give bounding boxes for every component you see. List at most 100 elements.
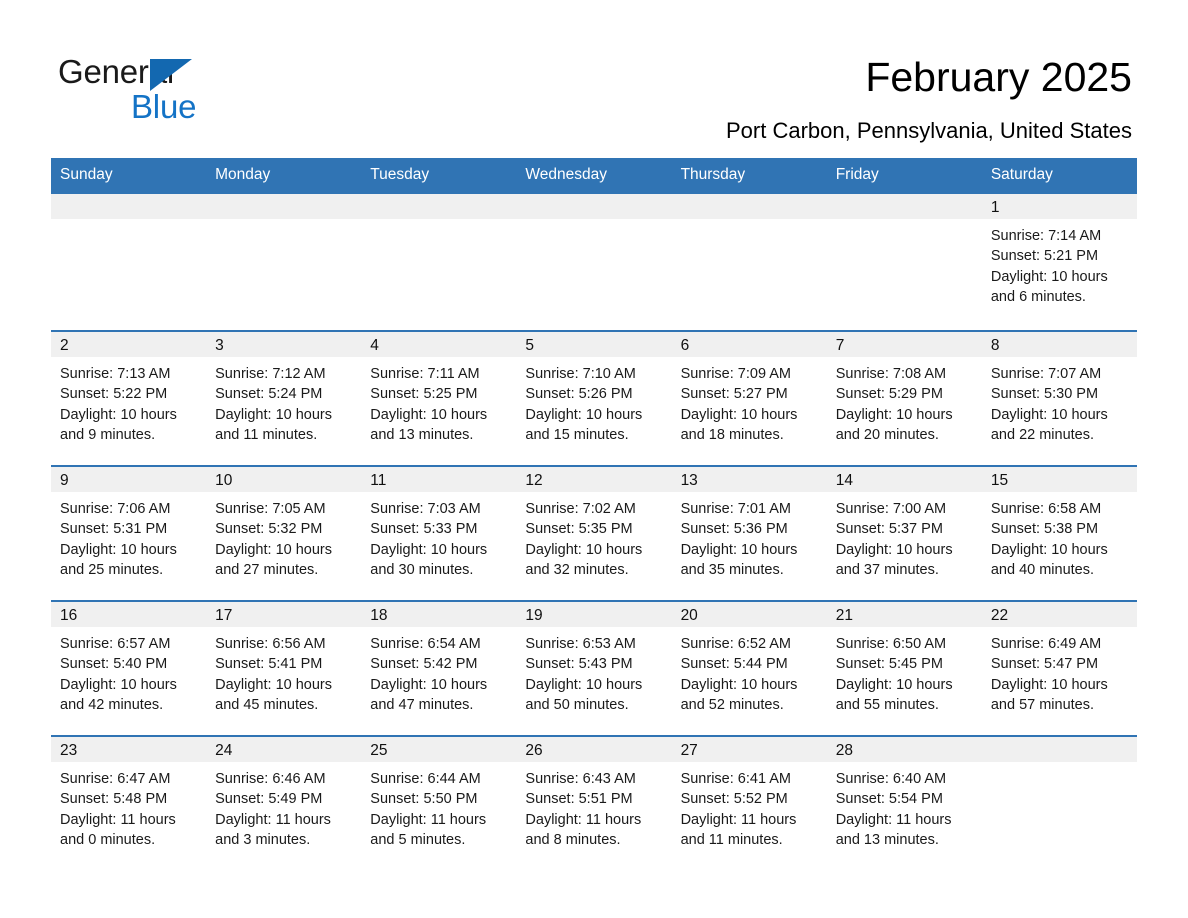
day-details	[206, 219, 361, 226]
daylight-duration-line2: and 50 minutes.	[525, 696, 629, 713]
calendar-day-cell	[826, 192, 982, 331]
sunset-time: Sunset: 5:49 PM	[215, 791, 323, 808]
calendar-body: 1 Sunrise: 7:14 AM Sunset: 5:21 PM Daylight…	[51, 192, 1137, 870]
day-cell-content: 8 Sunrise: 7:07 AM Sunset: 5:30 PM Daylight…	[981, 332, 1137, 465]
daylight-duration-line1: Daylight: 10 hours	[835, 676, 953, 693]
calendar-day-cell[interactable]: 25 Sunrise: 6:44 AM Sunset: 5:50 PM Dayligh…	[361, 735, 517, 870]
calendar-day-cell[interactable]: 12 Sunrise: 7:02 AM Sunset: 5:35 PM Dayligh…	[516, 465, 672, 601]
calendar-day-cell[interactable]: 17 Sunrise: 6:56 AM Sunset: 5:41 PM Dayligh…	[206, 600, 362, 736]
day-number: 14	[826, 467, 982, 492]
day-number: 22	[981, 602, 1137, 627]
calendar-day-cell[interactable]: 28 Sunrise: 6:40 AM Sunset: 5:54 PM Dayligh…	[826, 735, 982, 870]
sunrise-time: Sunrise: 6:46 AM	[215, 771, 326, 787]
day-details: Sunrise: 6:52 AM Sunset: 5:44 PM Daylight:…	[672, 627, 827, 715]
day-number: 24	[206, 737, 362, 762]
calendar-day-cell[interactable]: 10 Sunrise: 7:05 AM Sunset: 5:32 PM Dayligh…	[206, 465, 362, 601]
day-cell-content	[826, 194, 982, 330]
day-details: Sunrise: 6:57 AM Sunset: 5:40 PM Daylight:…	[51, 627, 206, 715]
sunrise-time: Sunrise: 7:08 AM	[835, 366, 947, 382]
calendar-day-cell[interactable]: 23 Sunrise: 6:47 AM Sunset: 5:48 PM Dayligh…	[51, 735, 207, 870]
day-cell-content: 12 Sunrise: 7:02 AM Sunset: 5:35 PM Dayligh…	[516, 467, 672, 600]
day-number	[981, 737, 1137, 762]
daylight-duration-line2: and 5 minutes.	[370, 831, 466, 848]
calendar-day-cell[interactable]: 26 Sunrise: 6:43 AM Sunset: 5:51 PM Dayligh…	[516, 735, 672, 870]
calendar-day-cell[interactable]: 13 Sunrise: 7:01 AM Sunset: 5:36 PM Dayligh…	[671, 465, 827, 601]
day-cell-content: 4 Sunrise: 7:11 AM Sunset: 5:25 PM Daylight…	[361, 332, 517, 465]
calendar-day-cell[interactable]: 18 Sunrise: 6:54 AM Sunset: 5:42 PM Dayligh…	[361, 600, 517, 736]
calendar-day-cell	[671, 192, 827, 331]
daylight-duration-line1: Daylight: 10 hours	[525, 406, 643, 423]
daylight-duration-line1: Daylight: 10 hours	[990, 676, 1108, 693]
day-details	[827, 219, 982, 226]
sunset-time: Sunset: 5:37 PM	[835, 521, 943, 538]
day-cell-content	[671, 194, 827, 330]
day-cell-content: 1 Sunrise: 7:14 AM Sunset: 5:21 PM Daylight…	[981, 194, 1137, 330]
daylight-duration-line2: and 57 minutes.	[990, 696, 1095, 713]
day-number: 7	[826, 332, 982, 357]
daylight-duration-line1: Daylight: 10 hours	[370, 406, 488, 423]
calendar-week-row: 23 Sunrise: 6:47 AM Sunset: 5:48 PM Dayligh…	[51, 735, 1137, 870]
sunrise-time: Sunrise: 6:41 AM	[680, 771, 791, 787]
calendar-day-cell[interactable]: 1 Sunrise: 7:14 AM Sunset: 5:21 PM Daylight…	[981, 192, 1137, 331]
sunset-time: Sunset: 5:26 PM	[525, 386, 633, 403]
day-number: 28	[826, 737, 982, 762]
day-number: 4	[361, 332, 517, 357]
daylight-duration-line1: Daylight: 11 hours	[215, 811, 331, 828]
calendar-day-cell[interactable]: 24 Sunrise: 6:46 AM Sunset: 5:49 PM Dayligh…	[206, 735, 362, 870]
sunset-time: Sunset: 5:21 PM	[990, 248, 1099, 265]
calendar-day-cell[interactable]: 11 Sunrise: 7:03 AM Sunset: 5:33 PM Dayligh…	[361, 465, 517, 601]
daylight-duration-line1: Daylight: 11 hours	[525, 811, 642, 828]
daylight-duration-line1: Daylight: 11 hours	[370, 811, 487, 828]
calendar-page: General Blue February 2025 Port Carbon, …	[0, 0, 1188, 918]
day-number	[826, 194, 982, 219]
sunset-time: Sunset: 5:27 PM	[680, 386, 788, 403]
daylight-duration-line1: Daylight: 11 hours	[60, 811, 176, 828]
day-cell-content	[516, 194, 672, 330]
sunrise-time: Sunrise: 7:07 AM	[990, 366, 1102, 382]
sunrise-time: Sunrise: 7:00 AM	[835, 501, 947, 517]
calendar-day-cell[interactable]: 4 Sunrise: 7:11 AM Sunset: 5:25 PM Daylight…	[361, 330, 517, 466]
calendar-day-cell[interactable]: 27 Sunrise: 6:41 AM Sunset: 5:52 PM Dayligh…	[671, 735, 827, 870]
general-blue-logo[interactable]: General Blue	[58, 52, 278, 126]
calendar-day-cell[interactable]: 16 Sunrise: 6:57 AM Sunset: 5:40 PM Dayligh…	[51, 600, 207, 736]
day-number: 25	[361, 737, 517, 762]
weekday-header-tuesday: Tuesday	[361, 158, 517, 193]
calendar-week-row: 1 Sunrise: 7:14 AM Sunset: 5:21 PM Daylight…	[51, 192, 1137, 331]
weekday-header-friday: Friday	[826, 158, 982, 193]
sunset-time: Sunset: 5:43 PM	[525, 656, 633, 673]
sunset-time: Sunset: 5:45 PM	[835, 656, 943, 673]
calendar-day-cell[interactable]: 15 Sunrise: 6:58 AM Sunset: 5:38 PM Dayligh…	[981, 465, 1137, 601]
sunrise-time: Sunrise: 6:52 AM	[680, 636, 791, 652]
day-details: Sunrise: 6:54 AM Sunset: 5:42 PM Daylight:…	[361, 627, 516, 715]
calendar-day-cell[interactable]: 14 Sunrise: 7:00 AM Sunset: 5:37 PM Dayligh…	[826, 465, 982, 601]
daylight-duration-line2: and 32 minutes.	[525, 561, 629, 578]
calendar-day-cell[interactable]: 21 Sunrise: 6:50 AM Sunset: 5:45 PM Dayligh…	[826, 600, 982, 736]
day-number: 20	[671, 602, 827, 627]
calendar-day-cell[interactable]: 22 Sunrise: 6:49 AM Sunset: 5:47 PM Dayligh…	[981, 600, 1137, 736]
calendar-day-cell[interactable]: 20 Sunrise: 6:52 AM Sunset: 5:44 PM Dayligh…	[671, 600, 827, 736]
calendar-day-cell[interactable]: 9 Sunrise: 7:06 AM Sunset: 5:31 PM Daylight…	[51, 465, 207, 601]
day-number: 19	[516, 602, 672, 627]
calendar-day-cell[interactable]: 5 Sunrise: 7:10 AM Sunset: 5:26 PM Daylight…	[516, 330, 672, 466]
sunrise-time: Sunrise: 7:12 AM	[215, 366, 326, 382]
daylight-duration-line1: Daylight: 10 hours	[525, 676, 643, 693]
calendar-day-cell[interactable]: 7 Sunrise: 7:08 AM Sunset: 5:29 PM Daylight…	[826, 330, 982, 466]
day-cell-content	[51, 194, 207, 330]
day-details: Sunrise: 7:10 AM Sunset: 5:26 PM Daylight:…	[516, 357, 671, 445]
calendar-day-cell[interactable]: 3 Sunrise: 7:12 AM Sunset: 5:24 PM Daylight…	[206, 330, 362, 466]
calendar-day-cell[interactable]: 8 Sunrise: 7:07 AM Sunset: 5:30 PM Daylight…	[981, 330, 1137, 466]
day-number: 21	[826, 602, 982, 627]
day-number: 5	[516, 332, 672, 357]
calendar-day-cell[interactable]: 6 Sunrise: 7:09 AM Sunset: 5:27 PM Daylight…	[671, 330, 827, 466]
daylight-duration-line2: and 11 minutes.	[215, 426, 318, 443]
sunrise-time: Sunrise: 6:54 AM	[370, 636, 481, 652]
day-cell-content: 18 Sunrise: 6:54 AM Sunset: 5:42 PM Dayligh…	[361, 602, 517, 735]
day-number: 3	[206, 332, 362, 357]
calendar-day-cell[interactable]: 2 Sunrise: 7:13 AM Sunset: 5:22 PM Daylight…	[51, 330, 207, 466]
day-number	[516, 194, 672, 219]
calendar-day-cell[interactable]: 19 Sunrise: 6:53 AM Sunset: 5:43 PM Dayligh…	[516, 600, 672, 736]
daylight-duration-line2: and 27 minutes.	[215, 561, 319, 578]
daylight-duration-line2: and 20 minutes.	[835, 426, 939, 443]
sunset-time: Sunset: 5:41 PM	[215, 656, 323, 673]
weekday-header-sunday: Sunday	[51, 158, 207, 193]
